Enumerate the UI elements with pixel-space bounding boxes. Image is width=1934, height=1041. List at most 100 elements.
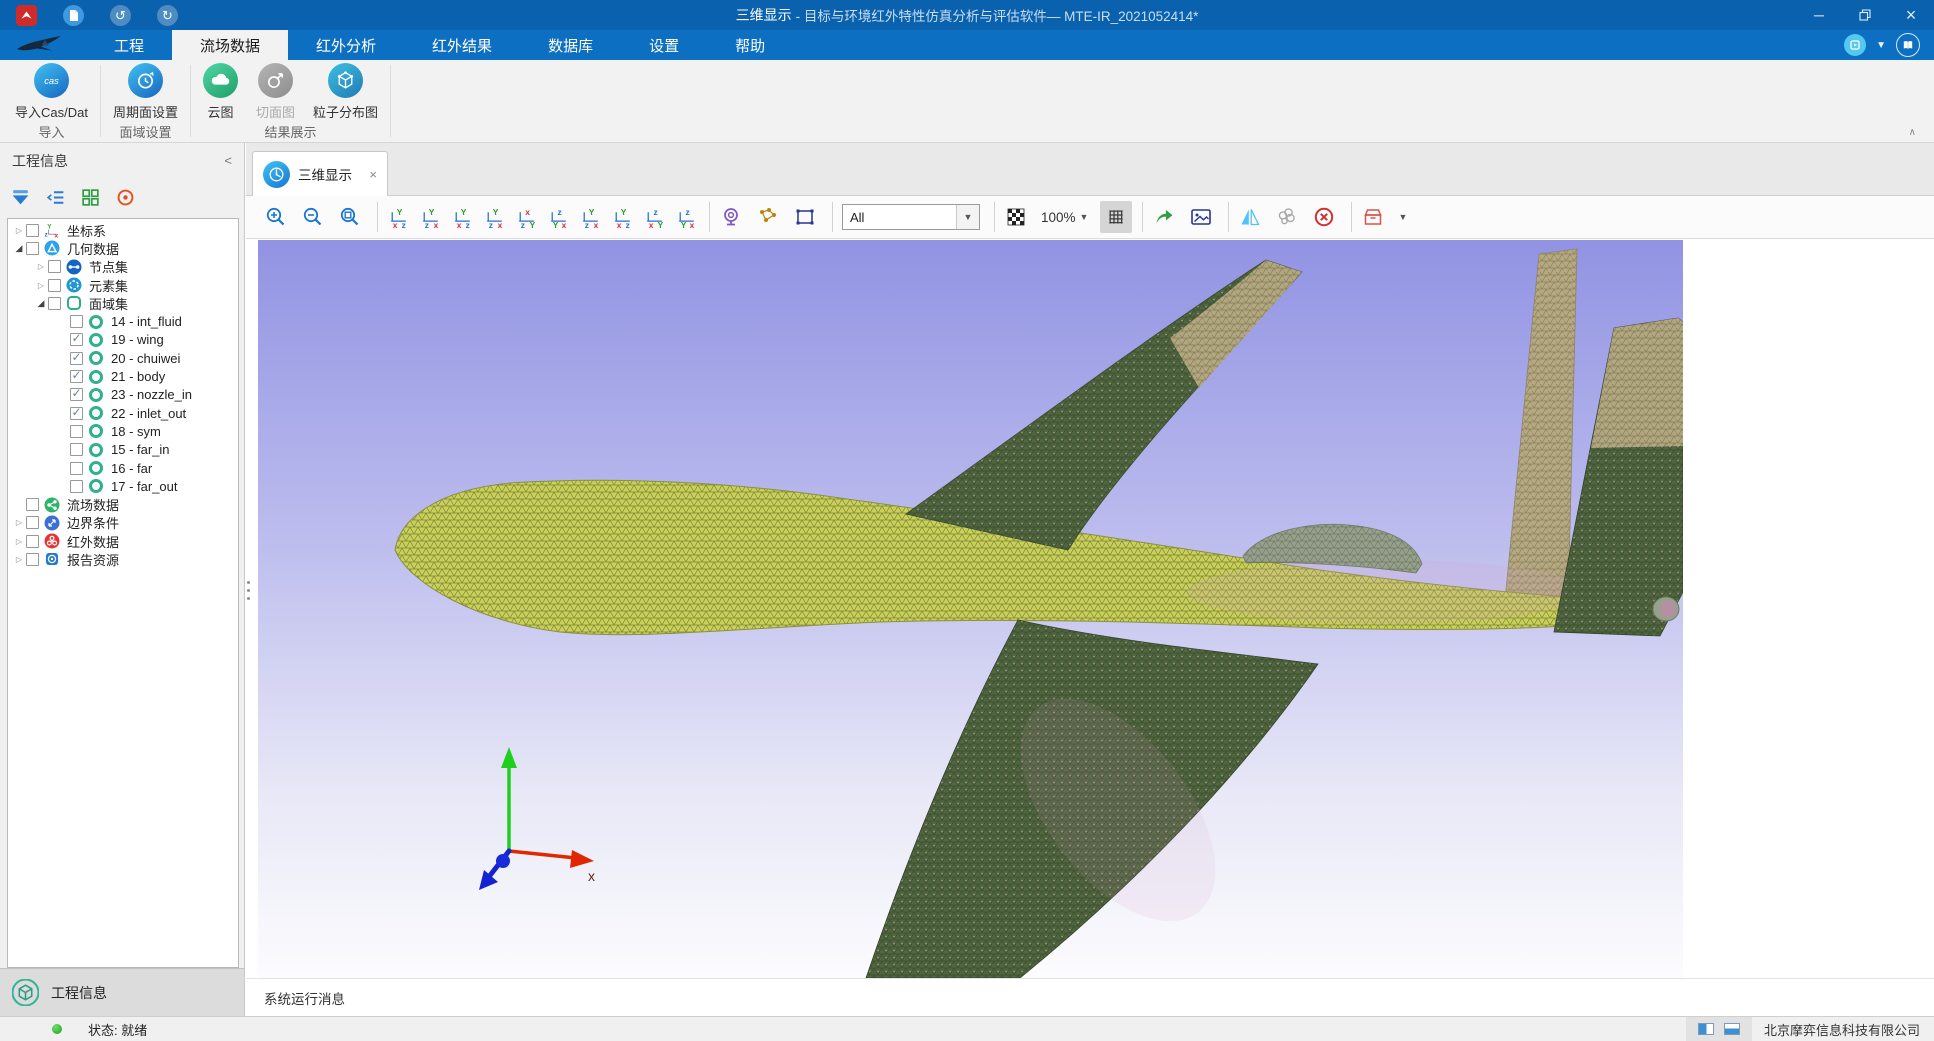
rect-select-icon[interactable] bbox=[793, 205, 817, 229]
tree-item[interactable]: ▷节点集 bbox=[8, 258, 238, 276]
view-orientation-button[interactable]: zxY bbox=[643, 206, 666, 229]
tree-item[interactable]: 15 - far_in bbox=[8, 441, 238, 459]
tree-checkbox[interactable] bbox=[48, 260, 61, 273]
tree-checkbox[interactable] bbox=[70, 443, 83, 456]
tree-item[interactable]: 21 - body bbox=[8, 367, 238, 385]
expander-icon[interactable]: ▷ bbox=[12, 537, 26, 546]
chevron-down-icon[interactable]: ▼ bbox=[1876, 40, 1886, 51]
expander-icon[interactable]: ▷ bbox=[34, 262, 48, 271]
tree-item[interactable]: ▷坐标系 bbox=[8, 221, 238, 239]
view-orientation-button[interactable]: Yxz bbox=[387, 206, 410, 229]
tree-item[interactable]: 14 - int_fluid bbox=[8, 312, 238, 330]
undo-icon[interactable]: ↺ bbox=[110, 5, 131, 26]
tree-checkbox[interactable] bbox=[26, 498, 39, 511]
redo-icon[interactable]: ↻ bbox=[157, 5, 178, 26]
point-cloud-icon[interactable] bbox=[1275, 205, 1299, 229]
zoom-in-icon[interactable] bbox=[264, 205, 288, 229]
panel-collapse-icon[interactable]: < bbox=[224, 153, 232, 168]
tree-item[interactable]: 19 - wing bbox=[8, 331, 238, 349]
tree-item[interactable]: 16 - far bbox=[8, 459, 238, 477]
zoom-percent-value[interactable]: 100% bbox=[1041, 210, 1076, 225]
zoom-fit-icon[interactable] bbox=[338, 205, 362, 229]
view-orientation-button[interactable]: xzY bbox=[515, 206, 538, 229]
ribbon-button[interactable]: 导入Cas/Dat bbox=[6, 63, 97, 121]
view-orientation-button[interactable]: zYx bbox=[675, 206, 698, 229]
tree-item[interactable]: ▷元素集 bbox=[8, 276, 238, 294]
menu-item[interactable]: 红外分析 bbox=[288, 30, 404, 60]
expander-icon[interactable]: ▷ bbox=[34, 281, 48, 290]
combobox-dropdown-icon[interactable]: ▼ bbox=[956, 205, 979, 229]
archive-dropdown-icon[interactable]: ▼ bbox=[1398, 212, 1407, 222]
expander-icon[interactable]: ▷ bbox=[12, 555, 26, 564]
collapse-list-icon[interactable] bbox=[45, 187, 66, 208]
view-orientation-button[interactable]: Yxz bbox=[611, 206, 634, 229]
tree-checkbox[interactable] bbox=[26, 535, 39, 548]
tree-item[interactable]: 22 - inlet_out bbox=[8, 404, 238, 422]
tree-checkbox[interactable] bbox=[70, 407, 83, 420]
tree-checkbox[interactable] bbox=[70, 425, 83, 438]
tree-checkbox[interactable] bbox=[70, 370, 83, 383]
tree-item[interactable]: ◢面域集 bbox=[8, 294, 238, 312]
tab-close-icon[interactable]: × bbox=[369, 167, 377, 182]
tree-item[interactable]: ◢几何数据 bbox=[8, 239, 238, 257]
tree-item[interactable]: ▷红外数据 bbox=[8, 532, 238, 550]
close-button[interactable]: × bbox=[1888, 0, 1934, 30]
expander-icon[interactable]: ▷ bbox=[12, 518, 26, 527]
mirror-icon[interactable] bbox=[1238, 205, 1262, 229]
menu-item[interactable]: 流场数据 bbox=[172, 30, 288, 60]
ribbon-button[interactable]: 周期面设置 bbox=[104, 63, 187, 121]
ribbon-button[interactable]: 粒子分布图 bbox=[304, 63, 387, 121]
camera-icon[interactable] bbox=[719, 205, 743, 229]
theme-switch-icon[interactable] bbox=[1844, 34, 1866, 56]
expander-icon[interactable]: ▷ bbox=[12, 226, 26, 235]
ribbon-button[interactable]: 云图 bbox=[194, 63, 247, 121]
clear-scene-icon[interactable] bbox=[1312, 205, 1336, 229]
menu-item[interactable]: 数据库 bbox=[520, 30, 621, 60]
tree-item[interactable]: ▷报告资源 bbox=[8, 550, 238, 568]
tree-item[interactable]: 流场数据 bbox=[8, 495, 238, 513]
screenshot-icon[interactable] bbox=[1189, 205, 1213, 229]
tree-checkbox[interactable] bbox=[26, 516, 39, 529]
mesh-grid-toggle[interactable] bbox=[1100, 201, 1132, 233]
maximize-button[interactable] bbox=[1842, 0, 1888, 30]
node-display-icon[interactable] bbox=[756, 205, 780, 229]
tree-item[interactable]: 17 - far_out bbox=[8, 477, 238, 495]
viewport-3d[interactable]: x bbox=[258, 240, 1683, 978]
help-book-icon[interactable] bbox=[1896, 33, 1920, 57]
tree-checkbox[interactable] bbox=[70, 388, 83, 401]
tree-checkbox[interactable] bbox=[70, 480, 83, 493]
menu-item[interactable]: 工程 bbox=[86, 30, 172, 60]
zoom-dropdown-icon[interactable]: ▼ bbox=[1080, 212, 1089, 222]
view-orientation-button[interactable]: zYx bbox=[547, 206, 570, 229]
ribbon-collapse-icon[interactable]: ∧ bbox=[1909, 127, 1916, 138]
grid-view-icon[interactable] bbox=[80, 187, 101, 208]
tree-checkbox[interactable] bbox=[26, 242, 39, 255]
filter-icon[interactable] bbox=[10, 187, 31, 208]
view-orientation-button[interactable]: Yzx bbox=[419, 206, 442, 229]
view-orientation-button[interactable]: Yzx bbox=[579, 206, 602, 229]
archive-box-icon[interactable] bbox=[1361, 205, 1385, 229]
expander-icon[interactable]: ◢ bbox=[12, 243, 26, 254]
tree-checkbox[interactable] bbox=[26, 224, 39, 237]
transparency-checker-icon[interactable] bbox=[1004, 205, 1028, 229]
menu-item[interactable]: 帮助 bbox=[707, 30, 793, 60]
view-orientation-button[interactable]: Yxz bbox=[451, 206, 474, 229]
tab-3d-view[interactable]: 三维显示 × bbox=[252, 151, 388, 196]
tree-checkbox[interactable] bbox=[70, 352, 83, 365]
new-document-icon[interactable] bbox=[63, 5, 84, 26]
project-panel-footer[interactable]: 工程信息 bbox=[0, 968, 244, 1016]
zoom-out-icon[interactable] bbox=[301, 205, 325, 229]
tree-checkbox[interactable] bbox=[70, 315, 83, 328]
tree-checkbox[interactable] bbox=[70, 333, 83, 346]
layout-left-panel-icon[interactable] bbox=[1698, 1023, 1714, 1035]
tree-item[interactable]: 18 - sym bbox=[8, 422, 238, 440]
app-badge-icon[interactable] bbox=[16, 5, 37, 26]
view-orientation-button[interactable]: Yzx bbox=[483, 206, 506, 229]
tree-checkbox[interactable] bbox=[48, 279, 61, 292]
display-filter-combobox[interactable]: All ▼ bbox=[842, 204, 980, 230]
tree-item[interactable]: ▷边界条件 bbox=[8, 514, 238, 532]
tree-item[interactable]: 23 - nozzle_in bbox=[8, 386, 238, 404]
expander-icon[interactable]: ◢ bbox=[34, 298, 48, 309]
menu-item[interactable]: 设置 bbox=[621, 30, 707, 60]
export-arrow-icon[interactable] bbox=[1152, 205, 1176, 229]
